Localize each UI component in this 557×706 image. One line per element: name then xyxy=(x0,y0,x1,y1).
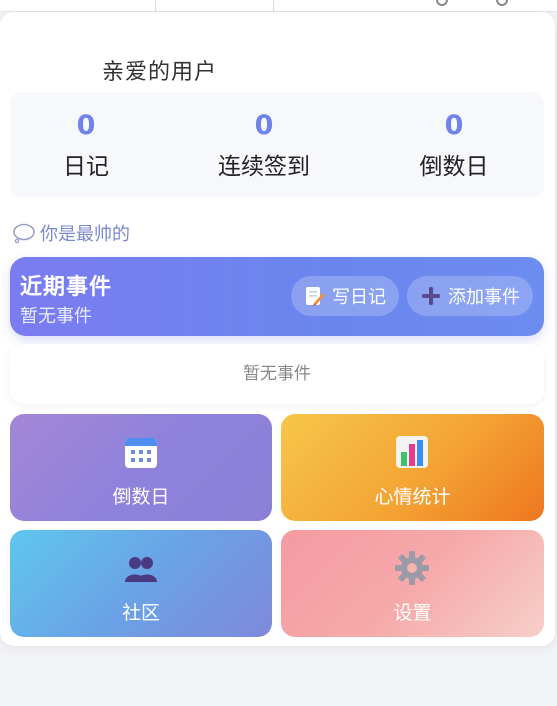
add-event-button[interactable]: 添加事件 xyxy=(407,276,533,316)
tile-label: 设置 xyxy=(393,602,432,624)
motto-line: 你是最帅的 xyxy=(12,220,130,246)
stat-countdown[interactable]: 0 倒数日 xyxy=(404,92,504,198)
bar-chart-icon xyxy=(396,436,428,468)
stat-diary[interactable]: 0 日记 xyxy=(46,92,126,198)
people-icon xyxy=(125,557,157,582)
nav-icon[interactable] xyxy=(496,0,508,6)
recent-events-bar: 近期事件 暂无事件 写日记 添加事件 xyxy=(10,257,544,336)
events-empty-state: 暂无事件 xyxy=(10,344,544,404)
tile-community[interactable]: 社区 xyxy=(10,530,272,637)
add-event-label: 添加事件 xyxy=(448,287,520,308)
tile-mood-stats[interactable]: 心情统计 xyxy=(281,414,544,521)
events-subtitle: 暂无事件 xyxy=(20,306,92,327)
speech-bubble-icon xyxy=(13,223,35,244)
tile-settings[interactable]: 设置 xyxy=(281,530,544,637)
stat-label: 连续签到 xyxy=(218,154,310,180)
tile-label: 倒数日 xyxy=(112,486,170,508)
calendar-icon xyxy=(125,438,157,468)
tile-label: 社区 xyxy=(121,602,160,624)
events-title: 近期事件 xyxy=(20,275,113,300)
stat-label: 倒数日 xyxy=(419,154,489,180)
stat-label: 日记 xyxy=(63,154,109,180)
plus-icon xyxy=(422,287,440,305)
home-card: 亲爱的用户 0 日记 0 连续签到 0 倒数日 你是最帅的 近期事件 暂无事件 xyxy=(0,12,555,646)
tile-label: 心情统计 xyxy=(374,486,451,508)
nav-divider xyxy=(155,0,156,12)
gear-icon xyxy=(395,551,429,585)
nav-divider xyxy=(273,0,274,12)
stat-value: 0 xyxy=(76,110,96,141)
nav-icon[interactable] xyxy=(436,0,448,6)
stat-value: 0 xyxy=(254,110,274,141)
motto-text: 你是最帅的 xyxy=(40,224,130,245)
tile-countdown[interactable]: 倒数日 xyxy=(10,414,272,521)
pencil-note-icon xyxy=(306,287,325,306)
top-nav-bar xyxy=(0,0,557,12)
write-diary-label: 写日记 xyxy=(332,287,386,308)
stat-checkin-streak[interactable]: 0 连续签到 xyxy=(204,92,324,198)
greeting-text: 亲爱的用户 xyxy=(102,60,218,85)
stat-value: 0 xyxy=(444,110,464,141)
write-diary-button[interactable]: 写日记 xyxy=(291,276,399,316)
stats-panel: 0 日记 0 连续签到 0 倒数日 xyxy=(10,92,544,198)
